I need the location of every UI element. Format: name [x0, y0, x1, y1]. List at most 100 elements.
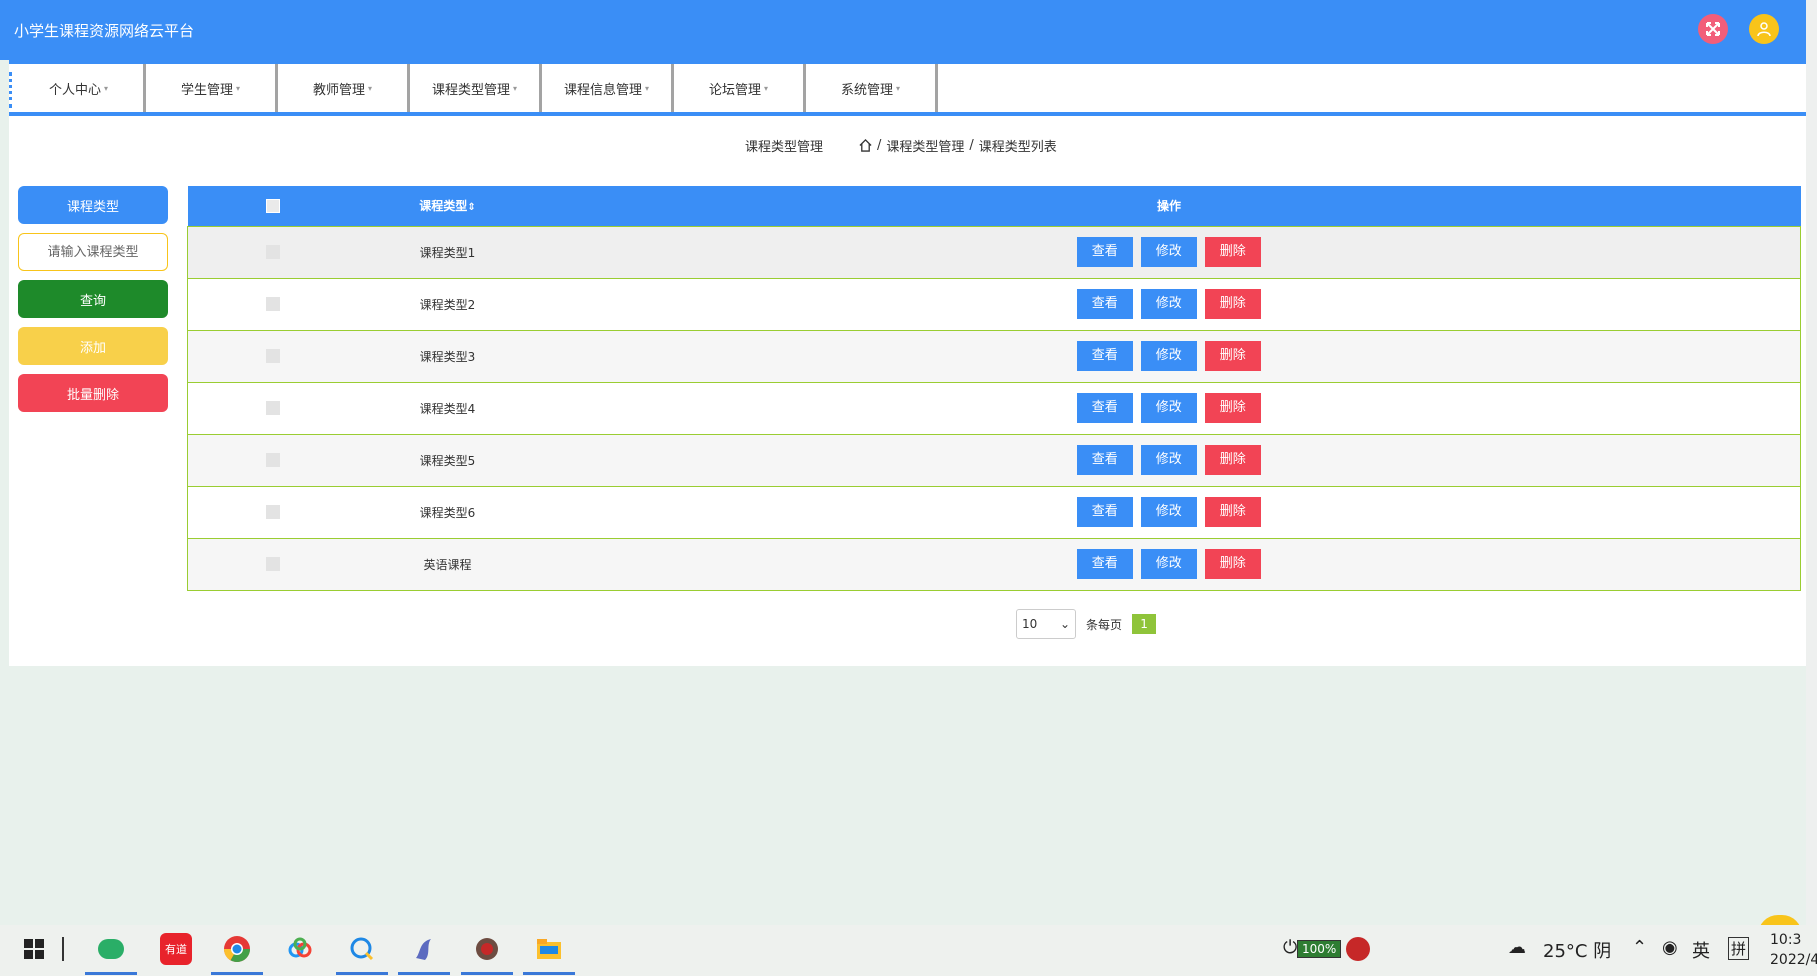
ime-language[interactable]: 英 — [1692, 937, 1710, 963]
view-button[interactable]: 查看 — [1076, 497, 1133, 527]
course-type-name: 英语课程 — [423, 557, 472, 572]
add-button[interactable]: 添加 — [18, 327, 168, 365]
row-checkbox[interactable] — [265, 401, 280, 416]
delete-button[interactable]: 删除 — [1204, 393, 1261, 423]
chrome-icon[interactable] — [221, 933, 253, 965]
clock-time: 10:3 — [1770, 932, 1802, 948]
chevron-down-icon: ▾ — [513, 83, 518, 93]
delete-button[interactable]: 删除 — [1204, 445, 1261, 475]
nav-label: 系统管理 — [840, 82, 893, 98]
row-checkbox[interactable] — [265, 297, 280, 312]
nav-label: 学生管理 — [180, 82, 233, 98]
breadcrumb-separator: / — [877, 138, 882, 153]
user-avatar-button[interactable] — [1749, 14, 1779, 44]
cloud-icon[interactable]: ☁ — [1508, 937, 1526, 958]
edit-button[interactable]: 修改 — [1140, 497, 1197, 527]
pagination: 10 ⌄ 条每页 1 — [1016, 609, 1157, 639]
chevron-up-icon[interactable]: ⌃ — [1632, 937, 1647, 958]
main-nav: 个人中心 ▾ 学生管理 ▾ 教师管理 ▾ 课程类型管理 ▾ 课程信息管理 ▾ 论坛管理 ▾ … — [9, 60, 1806, 116]
view-button[interactable]: 查看 — [1076, 445, 1133, 475]
edit-button[interactable]: 修改 — [1140, 289, 1197, 319]
course-type-label: 课程类型 — [18, 186, 168, 224]
view-button[interactable]: 查看 — [1076, 393, 1133, 423]
course-type-name: 课程类型3 — [419, 349, 476, 364]
edit-button[interactable]: 修改 — [1140, 341, 1197, 371]
delete-button[interactable]: 删除 — [1204, 549, 1261, 579]
column-label: 课程类型 — [419, 199, 468, 214]
nav-item-course-types[interactable]: 课程类型管理 ▾ — [410, 64, 542, 112]
baidu-netdisk-icon[interactable] — [284, 933, 316, 965]
view-button[interactable]: 查看 — [1076, 237, 1133, 267]
fullscreen-button[interactable] — [1698, 14, 1728, 44]
table-row: 英语课程 查看 修改 删除 — [187, 538, 1801, 590]
page-number-button[interactable]: 1 — [1132, 614, 1157, 634]
nav-item-course-info[interactable]: 课程信息管理 ▾ — [542, 64, 674, 112]
page-scrollbar[interactable] — [1806, 0, 1817, 925]
table-row: 课程类型5 查看 修改 删除 — [187, 434, 1801, 486]
record-icon[interactable]: ◉ — [1662, 937, 1678, 958]
course-type-name: 课程类型2 — [419, 297, 476, 312]
user-icon — [1757, 22, 1771, 37]
delete-button[interactable]: 删除 — [1204, 289, 1261, 319]
select-all-checkbox[interactable] — [265, 199, 280, 213]
column-course-type[interactable]: 课程类型⇕ — [358, 186, 538, 226]
system-clock[interactable]: 10:3 2022/4 — [1770, 930, 1817, 970]
delete-button[interactable]: 删除 — [1204, 237, 1261, 267]
taskbar-active-indicator — [523, 972, 575, 975]
course-type-name: 课程类型1 — [419, 245, 476, 260]
nav-drag-handle — [9, 72, 12, 108]
sort-icon[interactable]: ⇕ — [467, 202, 475, 213]
table-row: 课程类型3 查看 修改 删除 — [187, 330, 1801, 382]
breadcrumb-current: 课程类型列表 — [978, 140, 1057, 155]
power-plug-icon[interactable]: ⏻ — [1283, 937, 1297, 958]
os-taskbar: 有道 ⏻ 100% ☁ 25°C 阴 ⌃ ◉ 英 拼 10:3 2022/4 — [0, 925, 1817, 976]
file-explorer-icon[interactable] — [533, 933, 565, 965]
page-size-select[interactable]: 10 ⌄ — [1016, 609, 1076, 639]
table-row: 课程类型2 查看 修改 删除 — [187, 278, 1801, 330]
nav-item-personal[interactable]: 个人中心 ▾ — [14, 64, 146, 112]
home-icon[interactable] — [859, 139, 872, 152]
per-page-label: 条每页 — [1086, 617, 1123, 632]
edit-button[interactable]: 修改 — [1140, 393, 1197, 423]
wechat-icon[interactable] — [95, 933, 127, 965]
top-header: 小学生课程资源网络云平台 — [0, 0, 1806, 60]
edit-button[interactable]: 修改 — [1140, 237, 1197, 267]
delete-button[interactable]: 删除 — [1204, 497, 1261, 527]
nav-item-students[interactable]: 学生管理 ▾ — [146, 64, 278, 112]
table-header-row: 课程类型⇕ 操作 — [187, 186, 1801, 226]
taskbar-divider-icon — [60, 933, 66, 965]
nav-item-forum[interactable]: 论坛管理 ▾ — [674, 64, 806, 112]
row-checkbox[interactable] — [265, 557, 280, 572]
dolphin-app-icon[interactable] — [408, 933, 440, 965]
course-type-search-input[interactable] — [18, 233, 168, 271]
qq-browser-icon[interactable] — [346, 933, 378, 965]
battery-indicator[interactable]: 100% — [1297, 940, 1342, 958]
windows-start-icon[interactable] — [18, 933, 50, 965]
delete-button[interactable]: 删除 — [1204, 341, 1261, 371]
view-button[interactable]: 查看 — [1076, 341, 1133, 371]
nav-label: 教师管理 — [312, 82, 365, 98]
row-checkbox[interactable] — [265, 349, 280, 364]
main-panel: 课程类型管理 / 课程类型管理 / 课程类型列表 课程类型 查询 添加 批量删除… — [9, 116, 1806, 666]
edit-button[interactable]: 修改 — [1140, 445, 1197, 475]
youdao-icon[interactable]: 有道 — [160, 933, 192, 965]
row-checkbox[interactable] — [265, 245, 280, 260]
breadcrumb-link[interactable]: 课程类型管理 — [886, 136, 964, 155]
row-checkbox[interactable] — [265, 453, 280, 468]
weather-text[interactable]: 25°C 阴 — [1543, 937, 1611, 963]
nav-item-system[interactable]: 系统管理 ▾ — [806, 64, 938, 112]
fullscreen-icon — [1706, 22, 1720, 36]
batch-delete-button[interactable]: 批量删除 — [18, 374, 168, 412]
game-app-icon[interactable] — [471, 933, 503, 965]
ime-mode[interactable]: 拼 — [1728, 937, 1750, 960]
antivirus-icon[interactable] — [1346, 937, 1370, 961]
chevron-down-icon: ▾ — [104, 83, 109, 93]
edit-button[interactable]: 修改 — [1140, 549, 1197, 579]
query-button[interactable]: 查询 — [18, 280, 168, 318]
row-checkbox[interactable] — [265, 505, 280, 520]
view-button[interactable]: 查看 — [1076, 289, 1133, 319]
course-type-table: 课程类型⇕ 操作 课程类型1 查看 修改 删除 课程类型2 查看 修改 删除 课程类型 — [187, 186, 1801, 591]
view-button[interactable]: 查看 — [1076, 549, 1133, 579]
nav-item-teachers[interactable]: 教师管理 ▾ — [278, 64, 410, 112]
course-type-name: 课程类型4 — [419, 401, 476, 416]
